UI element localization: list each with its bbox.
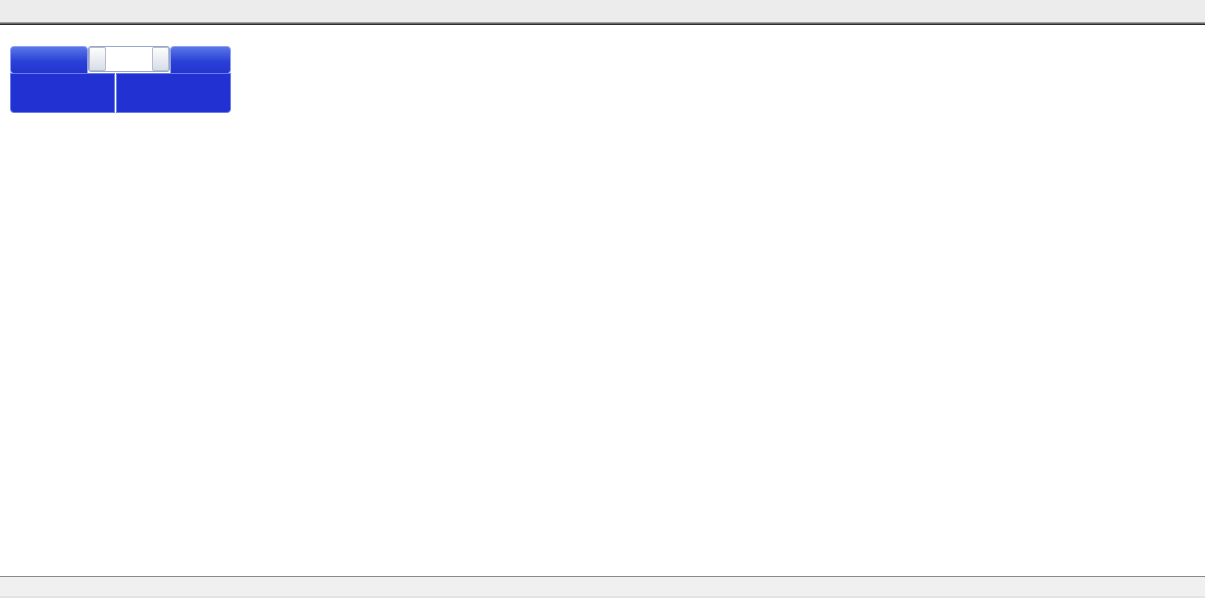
buy-price-display[interactable] — [116, 73, 231, 113]
chart-area[interactable] — [0, 25, 1205, 576]
macd-indicator-label — [12, 409, 24, 421]
buy-button[interactable] — [170, 46, 231, 74]
chart-title — [12, 31, 31, 43]
volume-decrease-icon[interactable] — [89, 47, 106, 71]
symbol-tabbar — [0, 576, 1205, 597]
mt4-window — [0, 0, 1205, 598]
volume-increase-icon[interactable] — [152, 47, 169, 71]
period-toolbar — [0, 0, 1205, 22]
sell-price-display[interactable] — [10, 73, 115, 113]
volume-box — [88, 46, 170, 72]
sell-button[interactable] — [10, 46, 88, 74]
volume-input[interactable] — [106, 47, 152, 71]
one-click-trade-panel — [10, 46, 229, 132]
rsi-indicator-label — [12, 486, 20, 498]
